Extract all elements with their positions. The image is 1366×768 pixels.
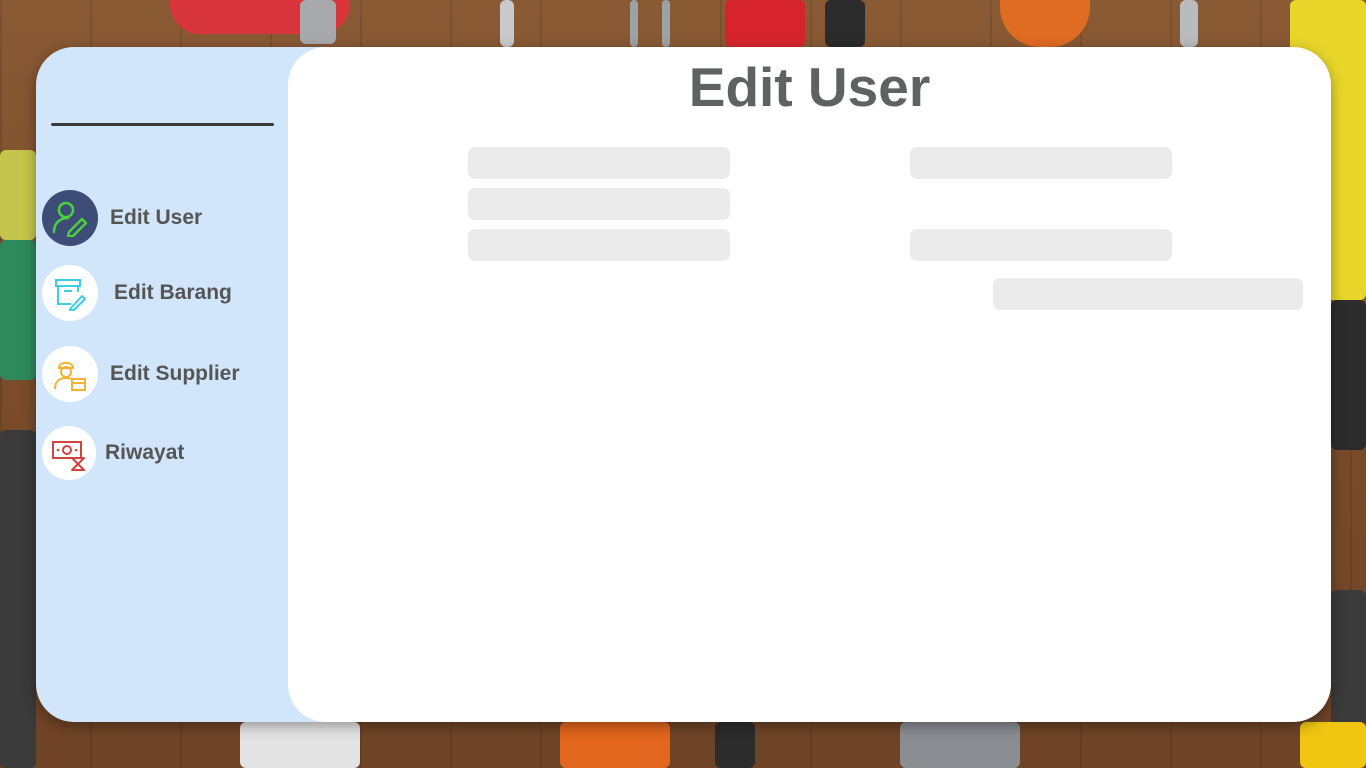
background-tool	[900, 722, 1020, 768]
background-tool	[1300, 722, 1366, 768]
background-tool	[0, 240, 36, 380]
form-field-5[interactable]	[910, 229, 1172, 261]
money-history-icon	[42, 426, 96, 480]
sidebar-item-label: Edit Supplier	[110, 362, 240, 385]
background-tool	[725, 0, 805, 47]
background-tool	[0, 150, 36, 240]
box-edit-icon	[42, 265, 98, 321]
background-tool	[630, 0, 638, 47]
sidebar-item-edit-supplier[interactable]: Edit Supplier	[42, 346, 240, 402]
background-tool	[715, 722, 755, 768]
sidebar-divider	[51, 123, 274, 126]
background-tool	[662, 0, 670, 47]
background-tool	[1180, 0, 1198, 47]
sidebar-item-riwayat[interactable]: Riwayat	[42, 426, 184, 480]
user-edit-icon	[42, 190, 98, 246]
main-panel: Edit User	[288, 47, 1331, 722]
background-tool	[0, 430, 36, 768]
background-tool	[300, 0, 336, 44]
sidebar-item-edit-user[interactable]: Edit User	[42, 190, 202, 246]
supplier-icon	[42, 346, 98, 402]
app-card: Edit User Edit Barang Edit Supplier Riwa…	[36, 47, 1331, 722]
background-tool	[825, 0, 865, 47]
background-tool	[1000, 0, 1090, 47]
form-field-3[interactable]	[468, 188, 730, 220]
background-tool	[560, 722, 670, 768]
background-tool	[500, 0, 514, 47]
form-field-4[interactable]	[468, 229, 730, 261]
sidebar: Edit User Edit Barang Edit Supplier Riwa…	[36, 47, 288, 722]
form-field-1[interactable]	[468, 147, 730, 179]
submit-button[interactable]	[993, 278, 1303, 310]
sidebar-item-label: Riwayat	[105, 441, 185, 464]
sidebar-item-label: Edit Barang	[114, 281, 232, 304]
sidebar-item-edit-barang[interactable]: Edit Barang	[42, 265, 232, 321]
background-tool	[1331, 300, 1366, 450]
page-title: Edit User	[688, 56, 931, 118]
form-field-2[interactable]	[910, 147, 1172, 179]
background-tool	[240, 722, 360, 768]
sidebar-item-label: Edit User	[110, 206, 203, 229]
